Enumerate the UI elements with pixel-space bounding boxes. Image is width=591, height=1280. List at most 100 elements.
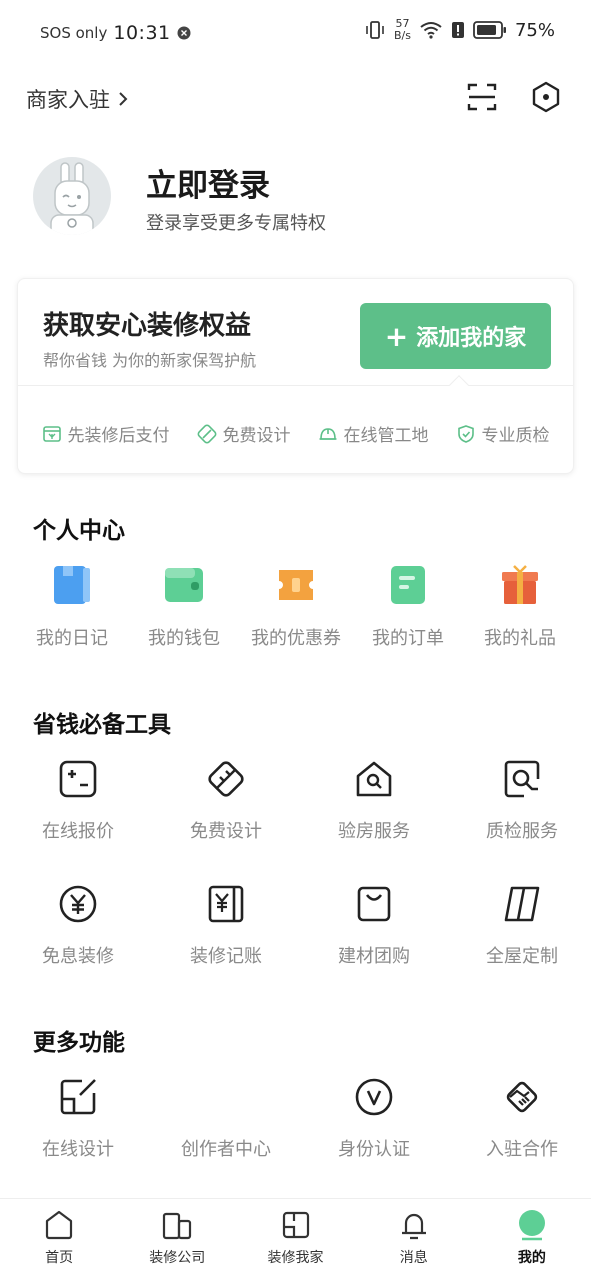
house-inspection-item[interactable]: 验房服务 bbox=[300, 759, 448, 843]
sos-label: SOS only bbox=[40, 24, 108, 42]
diary-icon bbox=[54, 566, 90, 604]
login-title[interactable]: 立即登录 bbox=[146, 160, 270, 205]
feature-label: 专业质检 bbox=[481, 426, 550, 446]
item-label: 免息装修 bbox=[42, 946, 114, 967]
my-orders-item[interactable]: 我的订单 bbox=[352, 564, 464, 650]
ledger-icon bbox=[208, 885, 244, 923]
interest-free-item[interactable]: 免息装修 bbox=[4, 884, 152, 968]
tab-my-renovation[interactable]: 装修我家 bbox=[236, 1199, 354, 1280]
scan-icon[interactable] bbox=[465, 80, 499, 114]
calculator-icon bbox=[59, 760, 97, 798]
item-label: 建材团购 bbox=[338, 946, 410, 967]
creator-center-item[interactable]: 创作者中心 bbox=[152, 1077, 300, 1161]
partner-join-item[interactable]: 入驻合作 bbox=[448, 1077, 591, 1161]
tools-grid-row-1: 在线报价 免费设计 验房服务 质检服务 bbox=[4, 759, 591, 843]
bunny-avatar-icon bbox=[50, 162, 94, 235]
online-quote-item[interactable]: 在线报价 bbox=[4, 759, 152, 843]
feature-site-manage: 在线管工地 bbox=[318, 421, 429, 446]
battery-icon bbox=[473, 21, 506, 39]
item-label: 全屋定制 bbox=[486, 946, 558, 967]
item-label: 我的礼品 bbox=[484, 628, 556, 649]
bottom-tab-bar: 首页 装修公司 装修我家 消息 我的 bbox=[0, 1198, 591, 1280]
shopping-bag-icon bbox=[357, 886, 391, 922]
design-icon bbox=[197, 424, 216, 443]
tab-companies[interactable]: 装修公司 bbox=[118, 1199, 236, 1280]
tab-label: 消息 bbox=[399, 1250, 428, 1266]
item-label: 我的钱包 bbox=[148, 628, 220, 649]
my-coupons-item[interactable]: 我的优惠券 bbox=[240, 564, 352, 650]
status-bar: SOS only 10:31 57 B/s 75% bbox=[0, 0, 591, 68]
divider-notch bbox=[449, 375, 469, 395]
item-label: 创作者中心 bbox=[181, 1139, 271, 1160]
item-label: 在线报价 bbox=[42, 821, 114, 842]
network-speed: 57 B/s bbox=[394, 18, 411, 42]
feature-pay-later: 先装修后支付 bbox=[42, 421, 170, 446]
gift-icon bbox=[502, 565, 538, 604]
ruler-design-icon bbox=[208, 761, 244, 797]
identity-verify-item[interactable]: 身份认证 bbox=[300, 1077, 448, 1161]
bell-icon bbox=[401, 1213, 426, 1240]
creator-icon bbox=[206, 1077, 246, 1117]
login-subtitle: 登录享受更多专属特权 bbox=[146, 213, 326, 234]
item-label: 质检服务 bbox=[486, 821, 558, 842]
home-icon bbox=[45, 1210, 73, 1240]
handshake-icon bbox=[506, 1081, 538, 1113]
coupon-icon bbox=[279, 570, 313, 600]
group-buy-item[interactable]: 建材团购 bbox=[300, 884, 448, 968]
item-label: 我的优惠券 bbox=[251, 628, 341, 649]
battery-percent: 75% bbox=[514, 19, 555, 41]
vibrate-icon bbox=[366, 21, 384, 39]
verify-v-icon bbox=[355, 1078, 393, 1116]
plus-icon: + bbox=[384, 319, 409, 353]
merchant-entry-link[interactable]: 商家入驻 bbox=[26, 84, 128, 114]
item-label: 在线设计 bbox=[42, 1139, 114, 1160]
my-wallet-item[interactable]: 我的钱包 bbox=[128, 564, 240, 650]
feature-free-design: 免费设计 bbox=[197, 421, 291, 446]
house-search-icon bbox=[356, 761, 392, 797]
tab-home[interactable]: 首页 bbox=[0, 1199, 118, 1280]
renovation-ledger-item[interactable]: 装修记账 bbox=[152, 884, 300, 968]
yuan-circle-icon bbox=[59, 885, 97, 923]
tab-label: 装修我家 bbox=[267, 1250, 324, 1266]
free-design-item[interactable]: 免费设计 bbox=[152, 759, 300, 843]
add-my-home-button[interactable]: + 添加我的家 bbox=[360, 303, 551, 369]
wifi-icon bbox=[420, 22, 442, 39]
more-features-title: 更多功能 bbox=[33, 1030, 125, 1056]
tab-label: 我的 bbox=[517, 1250, 546, 1266]
personal-center-grid: 我的日记 我的钱包 我的优惠券 我的订单 我的礼品 bbox=[16, 564, 576, 650]
more-features-grid: 在线设计 创作者中心 身份认证 入驻合作 bbox=[4, 1077, 591, 1161]
item-label: 免费设计 bbox=[190, 821, 262, 842]
edit-design-icon bbox=[60, 1079, 96, 1115]
divider bbox=[18, 385, 573, 386]
personal-center-title: 个人中心 bbox=[33, 518, 125, 544]
helmet-icon bbox=[319, 427, 336, 440]
wallet-icon bbox=[165, 568, 203, 602]
chevron-right-icon bbox=[119, 92, 128, 106]
item-label: 我的订单 bbox=[372, 628, 444, 649]
quality-check-icon bbox=[504, 760, 540, 798]
alert-icon bbox=[451, 22, 464, 38]
tools-title: 省钱必备工具 bbox=[33, 712, 171, 738]
whole-house-custom-item[interactable]: 全屋定制 bbox=[448, 884, 591, 968]
avatar[interactable] bbox=[33, 157, 111, 235]
payment-icon bbox=[42, 425, 61, 442]
shield-check-icon bbox=[457, 424, 474, 443]
item-label: 入驻合作 bbox=[486, 1139, 558, 1160]
tab-mine[interactable]: 我的 bbox=[473, 1199, 591, 1280]
benefit-title: 获取安心装修权益 bbox=[43, 311, 252, 341]
benefit-features: 先装修后支付 免费设计 在线管工地 专业质检 bbox=[18, 421, 573, 446]
tab-messages[interactable]: 消息 bbox=[355, 1199, 473, 1280]
feature-label: 在线管工地 bbox=[343, 426, 429, 446]
feature-label: 免费设计 bbox=[222, 426, 291, 446]
tab-label: 首页 bbox=[45, 1250, 74, 1266]
my-gifts-item[interactable]: 我的礼品 bbox=[464, 564, 576, 650]
online-design-item[interactable]: 在线设计 bbox=[4, 1077, 152, 1161]
order-icon bbox=[391, 566, 425, 604]
feature-quality-check: 专业质检 bbox=[456, 421, 550, 446]
settings-hexagon-icon[interactable] bbox=[529, 80, 563, 114]
item-label: 装修记账 bbox=[190, 946, 262, 967]
my-diary-item[interactable]: 我的日记 bbox=[16, 564, 128, 650]
add-my-home-label: 添加我的家 bbox=[416, 326, 527, 351]
quality-service-item[interactable]: 质检服务 bbox=[448, 759, 591, 843]
company-icon bbox=[163, 1212, 192, 1240]
